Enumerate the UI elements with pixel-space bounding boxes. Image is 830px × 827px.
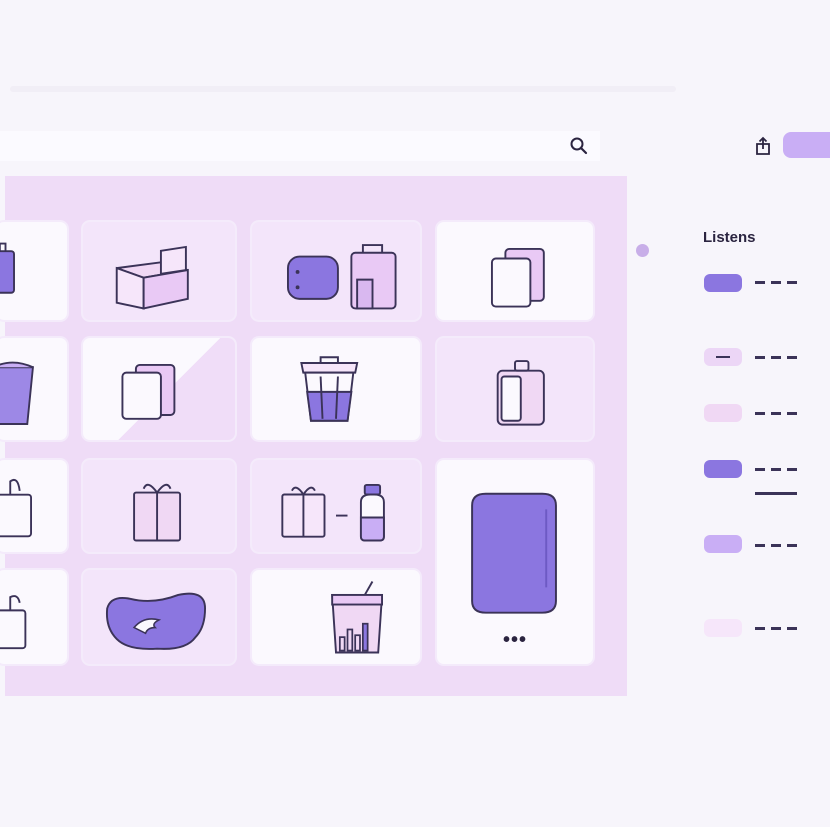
gift-tile[interactable] [81, 458, 237, 554]
minus-icon [716, 356, 730, 358]
sidebar-line [755, 281, 799, 284]
sidebar-swatch[interactable] [704, 535, 742, 553]
sidebar-line [755, 627, 799, 630]
jar-icon [496, 360, 545, 426]
search-bar[interactable] [0, 131, 600, 161]
sidebar-swatch[interactable] [704, 619, 742, 637]
sidebar-line [755, 544, 799, 547]
trash-bin-icon [300, 356, 359, 422]
stacked-cards-icon [121, 363, 176, 420]
tote-tile[interactable] [0, 458, 69, 554]
pouch-and-bag-icon [287, 244, 397, 310]
handbag-icon [0, 595, 27, 650]
stacked-cards-icon [490, 247, 545, 308]
gift-box-icon [133, 483, 182, 542]
search-icon[interactable] [568, 135, 590, 157]
cup-bin-icon [331, 581, 384, 654]
handbag-tile[interactable] [0, 568, 69, 666]
gift-and-bottle-icon [281, 483, 385, 542]
product-grid-panel: ••• [0, 176, 627, 696]
mat-tile[interactable] [81, 568, 237, 666]
sidebar-swatch[interactable] [704, 348, 742, 366]
sidebar-line [755, 468, 799, 471]
scroll-indicator[interactable] [636, 244, 649, 257]
sidebar-underline [755, 492, 797, 495]
basket-icon [0, 361, 34, 425]
bag-icon [0, 242, 15, 294]
sidebar-line [755, 356, 799, 359]
sidebar-title: Listens [703, 229, 756, 246]
tote-bag-icon [0, 478, 32, 538]
primary-action-button[interactable] [783, 132, 830, 158]
sidebar-swatch[interactable] [704, 460, 742, 478]
jar-tile[interactable] [435, 336, 595, 442]
blob-mat-icon [105, 592, 207, 650]
box-tile[interactable] [81, 220, 237, 322]
sidebar-line [755, 412, 799, 415]
cushion-tile[interactable]: ••• [435, 458, 595, 666]
sidebar: Listens [690, 176, 830, 736]
app-window: ••• Listens [0, 0, 830, 827]
sidebar-swatch[interactable] [704, 404, 742, 422]
trash-tile[interactable] [250, 336, 422, 442]
box-icon [115, 245, 189, 310]
pouch-tile[interactable] [250, 220, 422, 322]
cards-tile[interactable] [435, 220, 595, 322]
cup-tile[interactable] [250, 568, 422, 666]
cards-tile-2[interactable] [81, 336, 237, 442]
sidebar-swatch[interactable] [704, 274, 742, 292]
basket-tile[interactable] [0, 336, 69, 442]
top-divider [10, 86, 676, 92]
more-options-icon[interactable]: ••• [437, 629, 593, 652]
gift-bottle-tile[interactable] [250, 458, 422, 554]
bag-tile[interactable] [0, 220, 69, 322]
share-icon[interactable] [752, 134, 774, 158]
